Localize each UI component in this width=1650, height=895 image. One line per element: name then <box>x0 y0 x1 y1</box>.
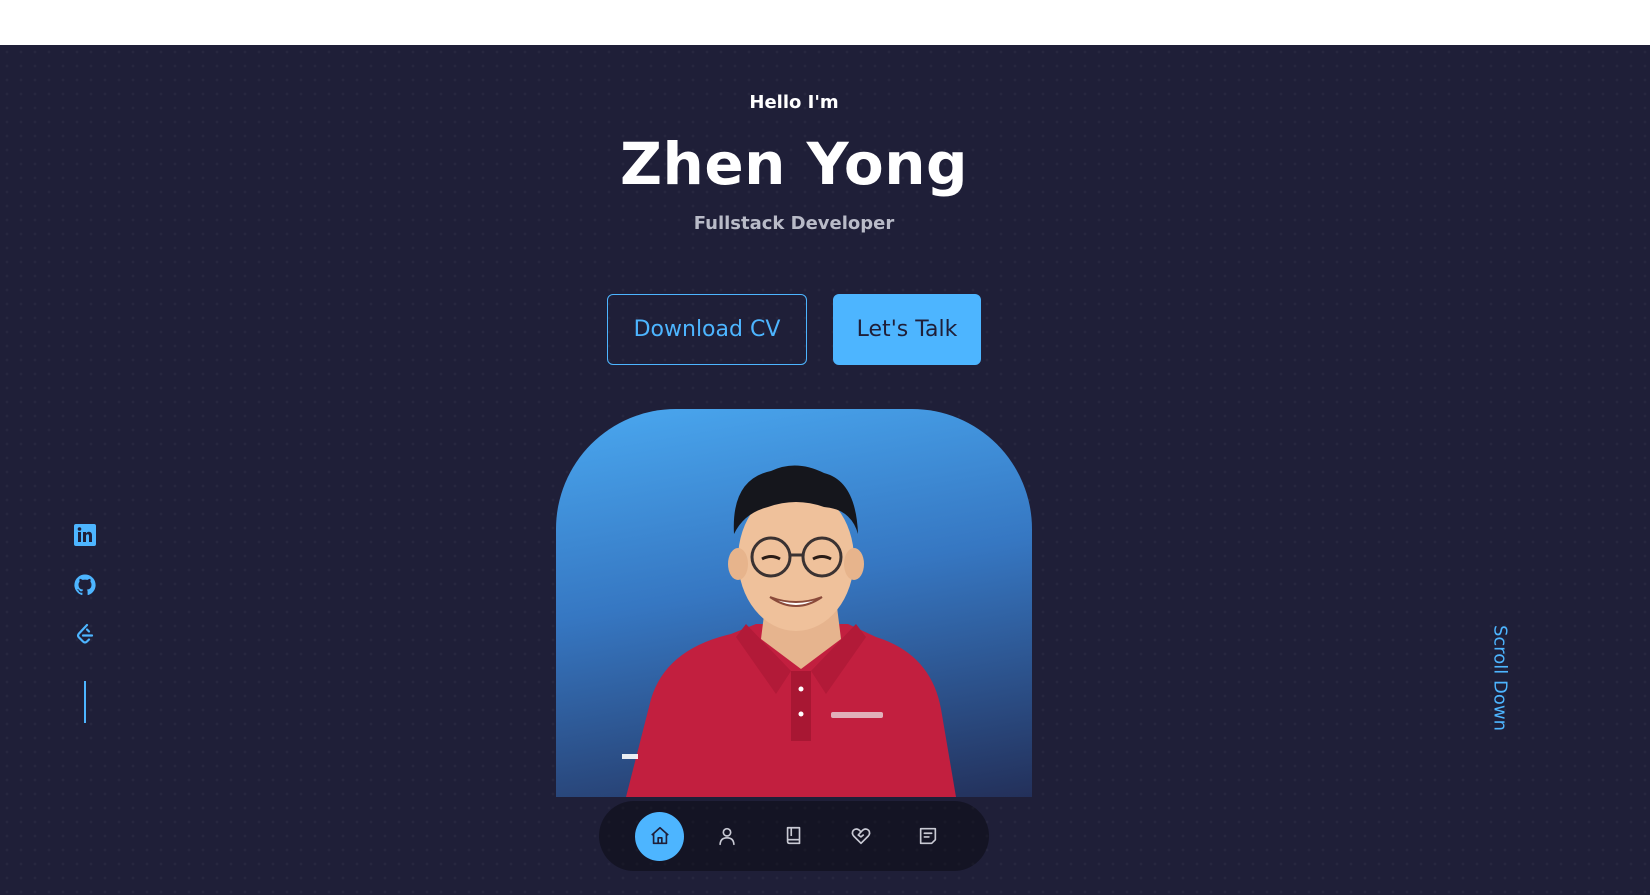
page-title: Zhen Yong <box>620 130 968 198</box>
message-icon <box>919 827 936 845</box>
social-links <box>70 523 100 723</box>
scroll-down-label: Scroll Down <box>1489 624 1511 732</box>
linkedin-icon[interactable] <box>73 523 97 547</box>
leetcode-icon[interactable] <box>73 623 97 647</box>
home-icon <box>650 826 669 845</box>
role-subtitle: Fullstack Developer <box>693 213 895 234</box>
github-icon[interactable] <box>73 573 97 597</box>
greeting-text: Hello I'm <box>749 92 839 113</box>
nav-services[interactable] <box>836 812 885 861</box>
lets-talk-button[interactable]: Let's Talk <box>833 294 981 365</box>
profile-photo-illustration <box>622 465 956 797</box>
top-bar <box>0 0 1650 45</box>
download-cv-button[interactable]: Download CV <box>607 294 807 365</box>
scroll-down-link[interactable]: Scroll Down <box>1480 613 1520 743</box>
social-divider <box>84 681 86 723</box>
nav-contact[interactable] <box>903 812 952 861</box>
user-icon <box>718 827 735 846</box>
heart-handshake-icon <box>851 828 870 845</box>
nav-home[interactable] <box>635 811 684 861</box>
nav-about[interactable] <box>702 812 751 861</box>
book-icon <box>786 826 800 845</box>
hero-section: Hello I'm Zhen Yong Fullstack Developer … <box>0 45 1650 895</box>
nav-experience[interactable] <box>769 812 818 861</box>
profile-photo <box>556 409 1032 797</box>
bottom-nav <box>599 801 989 871</box>
